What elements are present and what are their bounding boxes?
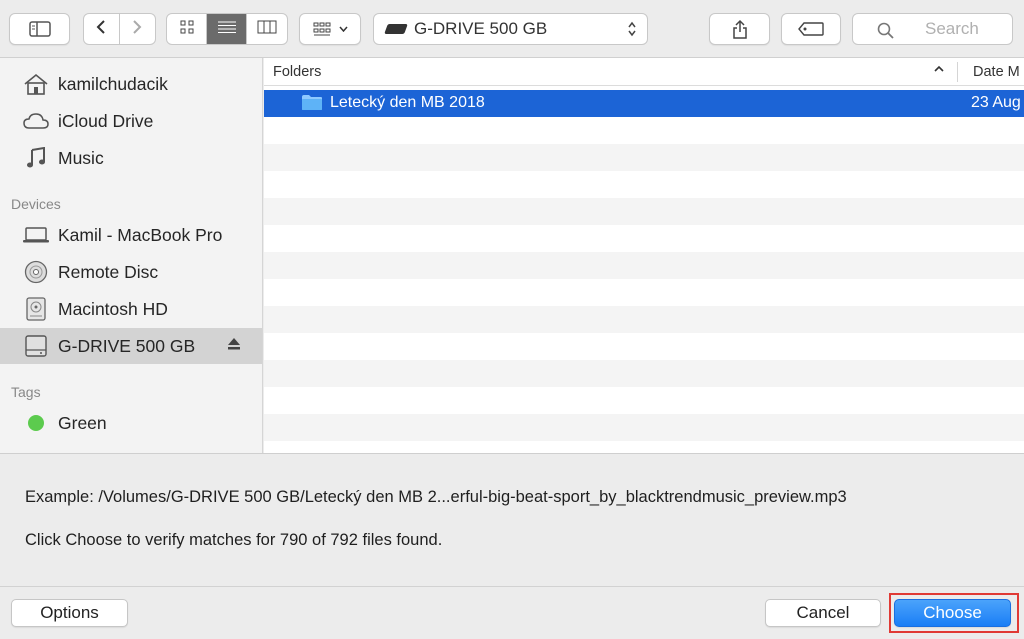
empty-row <box>264 198 1024 225</box>
hard-drive-icon <box>22 296 50 322</box>
sidebar-item-macintosh-hd[interactable]: Macintosh HD <box>0 291 262 327</box>
sidebar-item-label: kamilchudacik <box>58 73 168 94</box>
columns-icon <box>257 20 277 39</box>
sidebar-item-g-drive[interactable]: G-DRIVE 500 GB <box>0 328 262 364</box>
empty-row <box>264 306 1024 333</box>
sort-ascending-icon[interactable] <box>933 63 945 78</box>
grid-icon <box>180 20 194 39</box>
sidebar: kamilchudacik iCloud Drive Music Devices… <box>0 58 263 453</box>
home-icon <box>22 71 50 97</box>
options-button[interactable]: Options <box>11 599 128 627</box>
empty-row <box>264 360 1024 387</box>
eject-icon[interactable] <box>227 337 241 354</box>
file-rows: Letecký den MB 2018 23 Aug <box>264 90 1024 453</box>
search-field[interactable]: Search <box>852 13 1013 45</box>
devices-header: Devices <box>11 196 61 212</box>
empty-row <box>264 441 1024 453</box>
row-name: Letecký den MB 2018 <box>330 94 485 111</box>
sidebar-item-remote-disc[interactable]: Remote Disc <box>0 254 262 290</box>
back-button[interactable] <box>84 14 120 44</box>
sidebar-item-icloud-drive[interactable]: iCloud Drive <box>0 103 262 139</box>
sidebar-item-cut-off <box>22 58 122 64</box>
choose-button-highlight <box>889 593 1019 633</box>
sidebar-toggle-button[interactable] <box>9 13 70 45</box>
empty-row <box>264 117 1024 144</box>
sidebar-item-macbook-pro[interactable]: Kamil - MacBook Pro <box>0 217 262 253</box>
list-view-button[interactable] <box>207 14 247 44</box>
location-popup-label: G-DRIVE 500 GB <box>414 19 548 38</box>
empty-row <box>264 225 1024 252</box>
folder-icon <box>301 94 323 116</box>
sidebar-item-label: G-DRIVE 500 GB <box>58 335 196 356</box>
group-by-button[interactable] <box>299 13 361 45</box>
green-tag-dot-icon <box>22 410 50 436</box>
dialog-button-bar: Options Cancel Choose <box>0 586 1024 639</box>
empty-row <box>264 279 1024 306</box>
sidebar-item-label: Remote Disc <box>58 261 159 282</box>
search-placeholder: Search <box>925 19 979 38</box>
external-drive-icon <box>22 333 50 359</box>
chevron-left-icon <box>96 19 106 40</box>
tag-icon <box>798 22 824 36</box>
chevron-right-icon <box>132 19 142 40</box>
info-panel: Example: /Volumes/G-DRIVE 500 GB/Letecký… <box>0 453 1024 586</box>
sidebar-item-home[interactable]: kamilchudacik <box>0 66 262 102</box>
chevron-down-icon <box>338 26 348 32</box>
group-grid-icon <box>313 22 335 36</box>
location-popup[interactable]: G-DRIVE 500 GB <box>373 13 648 45</box>
toolbar: G-DRIVE 500 GB Search <box>0 0 1024 58</box>
empty-row <box>264 414 1024 441</box>
file-list: Folders Date M Letecký den MB 2018 23 Au… <box>264 58 1024 453</box>
disc-icon <box>22 259 50 285</box>
cancel-button[interactable]: Cancel <box>765 599 881 627</box>
laptop-icon <box>22 222 50 248</box>
sidebar-item-label: iCloud Drive <box>58 110 154 131</box>
icon-view-button[interactable] <box>167 14 208 44</box>
sidebar-icon <box>28 21 51 37</box>
list-icon <box>217 20 236 39</box>
share-button[interactable] <box>709 13 770 45</box>
tag-button[interactable] <box>781 13 841 45</box>
example-path-text: Example: /Volumes/G-DRIVE 500 GB/Letecký… <box>25 488 847 506</box>
sidebar-item-music[interactable]: Music <box>0 140 262 176</box>
table-row[interactable]: Letecký den MB 2018 23 Aug <box>264 90 1024 117</box>
empty-row <box>264 252 1024 279</box>
empty-row <box>264 333 1024 360</box>
up-down-arrows-icon <box>627 20 637 39</box>
sidebar-item-label: Macintosh HD <box>58 298 168 319</box>
sidebar-item-label: Music <box>58 147 104 168</box>
music-note-icon <box>22 145 50 171</box>
forward-button[interactable] <box>120 14 156 44</box>
column-header-folders[interactable]: Folders <box>273 64 321 80</box>
column-view-button[interactable] <box>247 14 287 44</box>
empty-row <box>264 171 1024 198</box>
cloud-icon <box>22 108 50 134</box>
empty-row <box>264 144 1024 171</box>
sidebar-item-tag-green[interactable]: Green <box>0 405 262 441</box>
sidebar-item-label: Kamil - MacBook Pro <box>58 224 223 245</box>
column-header: Folders Date M <box>264 58 1024 86</box>
tags-header: Tags <box>11 384 41 400</box>
match-summary-text: Click Choose to verify matches for 790 o… <box>25 531 443 549</box>
column-header-date-modified[interactable]: Date M <box>973 64 1020 80</box>
row-date: 23 Aug <box>971 94 1021 111</box>
column-divider[interactable] <box>957 62 958 82</box>
empty-row <box>264 387 1024 414</box>
view-mode-control <box>166 13 288 45</box>
share-icon <box>732 19 748 39</box>
sidebar-item-label: Green <box>58 412 107 433</box>
drive-icon <box>384 24 408 34</box>
back-forward-control <box>83 13 156 45</box>
